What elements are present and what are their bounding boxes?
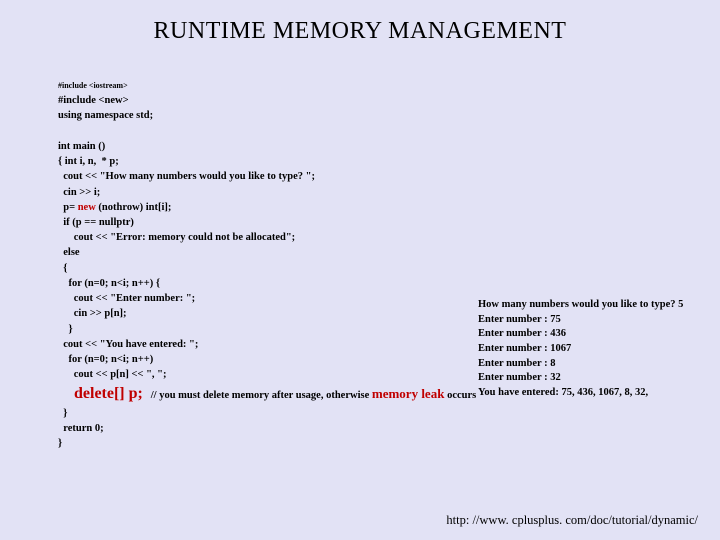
code-comment-post: occurs — [444, 390, 476, 401]
code-error-msg: cout << "Error: memory could not be allo… — [58, 232, 295, 243]
slide-title: RUNTIME MEMORY MANAGEMENT — [0, 18, 720, 45]
code-for-output: for (n=0; n<i; n++) — [58, 354, 153, 365]
code-cout-enter: cout << "Enter number: "; — [58, 293, 195, 304]
code-else: else — [58, 247, 80, 258]
code-cout-entered: cout << "You have entered: "; — [58, 339, 198, 350]
code-close-brace-3: } — [58, 438, 62, 449]
slide: RUNTIME MEMORY MANAGEMENT #include <iost… — [0, 0, 720, 540]
code-comment-pre: // you must delete memory after usage, o… — [143, 390, 372, 401]
code-keyword-new: new — [78, 202, 96, 213]
code-open-brace: { — [58, 263, 67, 274]
code-cin-pn: cin >> p[n]; — [58, 308, 127, 319]
code-block: #include <iostream> #include <new> using… — [58, 78, 476, 451]
code-close-brace-2: } — [58, 408, 67, 419]
output-line-1: How many numbers would you like to type?… — [478, 299, 683, 310]
code-for-input: for (n=0; n<i; n++) { — [58, 278, 160, 289]
code-if-null: if (p == nullptr) — [58, 217, 134, 228]
output-line-6: Enter number : 32 — [478, 372, 561, 383]
output-line-5: Enter number : 8 — [478, 358, 556, 369]
code-memory-leak: memory leak — [372, 386, 445, 401]
output-block: How many numbers would you like to type?… — [478, 298, 683, 401]
output-line-3: Enter number : 436 — [478, 328, 566, 339]
code-cin-i: cin >> i; — [58, 187, 100, 198]
code-cout-prompt: cout << "How many numbers would you like… — [58, 171, 315, 182]
output-line-4: Enter number : 1067 — [478, 343, 571, 354]
code-close-brace-1: } — [58, 324, 73, 335]
code-return: return 0; — [58, 423, 104, 434]
code-alloc-post: (nothrow) int[i]; — [96, 202, 172, 213]
output-line-7: You have entered: 75, 436, 1067, 8, 32, — [478, 387, 648, 398]
code-main: int main () — [58, 141, 105, 152]
output-line-2: Enter number : 75 — [478, 314, 561, 325]
source-url: http: //www. cplusplus. com/doc/tutorial… — [446, 513, 698, 528]
code-include-new: #include <new> — [58, 95, 129, 106]
code-include-iostream: #include <iostream> — [58, 81, 128, 90]
code-using: using namespace std; — [58, 110, 153, 121]
code-cout-pn: cout << p[n] << ", "; — [58, 369, 167, 380]
code-alloc-pre: p= — [58, 202, 78, 213]
code-decl: { int i, n, * p; — [58, 156, 119, 167]
code-delete: delete[] p; — [58, 385, 143, 402]
